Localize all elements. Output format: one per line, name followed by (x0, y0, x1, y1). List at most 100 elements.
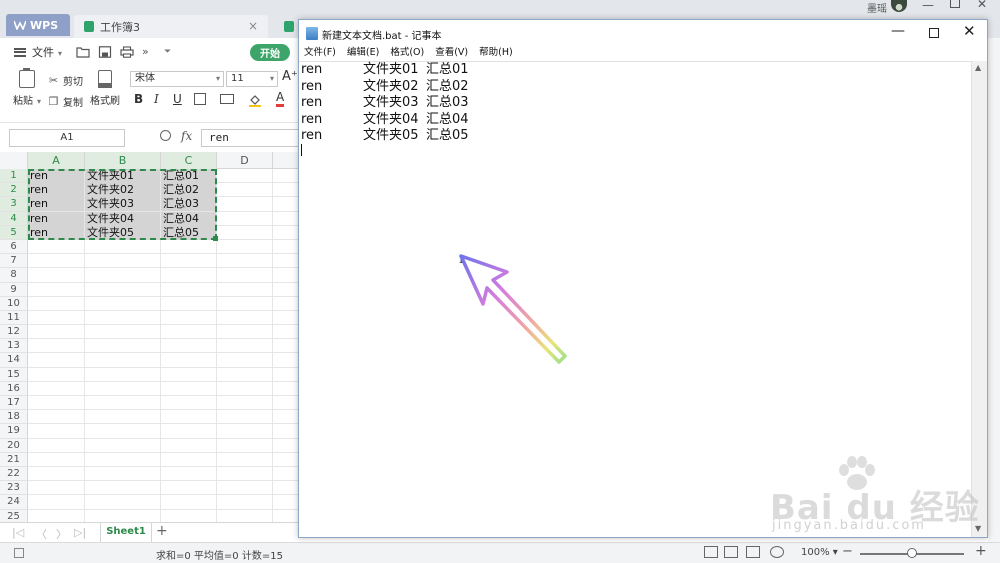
menu-view[interactable]: 查看(V) (435, 47, 468, 61)
grid-cell[interactable] (85, 325, 161, 340)
grid-cell[interactable] (217, 211, 273, 226)
grid-cell[interactable] (161, 396, 217, 410)
font-size-select[interactable]: 11 ▾ (226, 71, 278, 87)
grid-cell[interactable] (28, 452, 85, 467)
save-icon[interactable] (98, 46, 112, 58)
file-menu-button[interactable]: 文件 ▾ (32, 44, 62, 60)
grid-cell[interactable] (161, 452, 217, 467)
more-tools-icon[interactable]: » (142, 46, 156, 58)
grid-cell[interactable] (217, 282, 273, 297)
grid-cell[interactable] (273, 396, 300, 410)
grid-cell[interactable] (161, 268, 217, 283)
column-header-d[interactable]: D (217, 152, 273, 169)
row-header[interactable]: 11 (0, 310, 28, 326)
grid-cell[interactable] (273, 169, 300, 183)
grid-cell[interactable] (85, 410, 161, 425)
scroll-up-icon[interactable]: ▲ (975, 63, 981, 72)
grid-cell[interactable] (217, 310, 273, 325)
tab-workbook3[interactable]: 工作簿3 × (74, 15, 268, 38)
print-icon[interactable] (120, 46, 134, 58)
grid-cell[interactable] (273, 353, 300, 367)
grid-cell[interactable] (85, 481, 161, 496)
grid-cell[interactable] (85, 310, 161, 325)
grid-cell[interactable] (273, 339, 300, 353)
grid-cell[interactable] (28, 509, 85, 522)
grid-cell[interactable] (273, 325, 300, 339)
minimize-icon[interactable]: — (891, 23, 905, 39)
grid-cell[interactable] (85, 353, 161, 368)
spreadsheet-grid[interactable]: ABCD 1 2 3 4 5 6 7 8 9 10 11 12 13 14 15 16 17 18 19 20 21 22… (0, 152, 300, 522)
grid-cell[interactable] (85, 424, 161, 439)
grid-cell[interactable] (28, 381, 85, 396)
grid-cell[interactable] (217, 225, 273, 240)
grid-cell[interactable] (217, 509, 273, 522)
tab-partial-hidden[interactable] (274, 15, 298, 38)
normal-view-icon[interactable] (704, 546, 718, 558)
row-header[interactable]: 12 (0, 325, 28, 340)
grid-cell[interactable] (161, 509, 217, 522)
grid-cell[interactable] (85, 509, 161, 522)
grid-cell[interactable] (28, 438, 85, 453)
grid-cell[interactable] (273, 453, 300, 467)
grid-cell[interactable] (273, 226, 300, 240)
grid-cell[interactable] (85, 239, 161, 254)
row-header[interactable]: 2 (0, 183, 28, 198)
grid-cell[interactable] (85, 495, 161, 510)
customize-toolbar-icon[interactable]: ⏷ (164, 46, 178, 58)
grid-cell[interactable] (273, 183, 300, 197)
notepad-title-bar[interactable]: 新建文本文档.bat - 记事本 — ✕ (299, 20, 987, 47)
row-header[interactable]: 7 (0, 254, 28, 269)
row-header[interactable]: 17 (0, 396, 28, 411)
fill-handle[interactable] (213, 236, 218, 241)
grid-cell[interactable]: 汇总02 (161, 183, 217, 198)
select-all-corner[interactable] (0, 152, 28, 169)
menu-help[interactable]: 帮助(H) (479, 47, 513, 61)
grid-cell[interactable] (273, 254, 300, 268)
grid-cell[interactable]: 文件夹01 (85, 169, 161, 183)
grid-cell[interactable]: 汇总03 (161, 197, 217, 212)
row-header[interactable]: 16 (0, 381, 28, 396)
row-header[interactable]: 19 (0, 424, 28, 439)
grid-cell[interactable] (161, 282, 217, 297)
grid-cell[interactable] (217, 325, 273, 340)
borders-icon[interactable] (194, 93, 206, 105)
grid-cell[interactable] (217, 424, 273, 439)
grid-cell[interactable] (85, 268, 161, 283)
grid-cell[interactable] (273, 212, 300, 226)
grid-cell[interactable]: ren (28, 183, 85, 198)
grid-cell[interactable] (161, 325, 217, 340)
grid-cell[interactable] (273, 495, 300, 509)
row-header[interactable]: 8 (0, 268, 28, 283)
grid-cell[interactable] (28, 396, 85, 410)
row-header[interactable]: 23 (0, 481, 28, 496)
grid-cell[interactable] (217, 254, 273, 269)
row-header[interactable]: 10 (0, 296, 28, 311)
search-icon[interactable] (160, 130, 171, 141)
row-header[interactable]: 25 (0, 509, 28, 522)
cut-button[interactable]: ✂ 剪切 (48, 73, 83, 88)
close-icon[interactable]: ✕ (977, 0, 987, 11)
maximize-icon[interactable] (929, 28, 939, 38)
paste-button[interactable]: 粘贴 ▾ (10, 68, 44, 107)
eye-protection-icon[interactable] (770, 546, 784, 558)
row-header[interactable]: 24 (0, 495, 28, 510)
row-header[interactable]: 18 (0, 410, 28, 425)
grid-cell[interactable] (217, 452, 273, 467)
grid-cell[interactable] (273, 197, 300, 211)
grid-cell[interactable] (28, 495, 85, 510)
maximize-icon[interactable] (950, 0, 960, 8)
first-sheet-icon[interactable]: |◁ (12, 526, 24, 539)
vertical-scrollbar[interactable]: ▲ ▼ (971, 61, 987, 537)
grid-cell[interactable] (85, 466, 161, 481)
grid-cell[interactable] (273, 424, 300, 438)
grid-cell[interactable]: ren (28, 225, 85, 240)
open-folder-icon[interactable] (76, 46, 90, 58)
grid-cell[interactable] (273, 268, 300, 282)
grid-cell[interactable] (217, 381, 273, 396)
row-header[interactable]: 4 (0, 211, 28, 226)
grid-cell[interactable]: 文件夹04 (85, 211, 161, 226)
grid-cell[interactable] (273, 439, 300, 453)
grid-cell[interactable] (273, 240, 300, 254)
grid-cell[interactable] (85, 396, 161, 410)
close-icon[interactable]: ✕ (963, 22, 976, 40)
